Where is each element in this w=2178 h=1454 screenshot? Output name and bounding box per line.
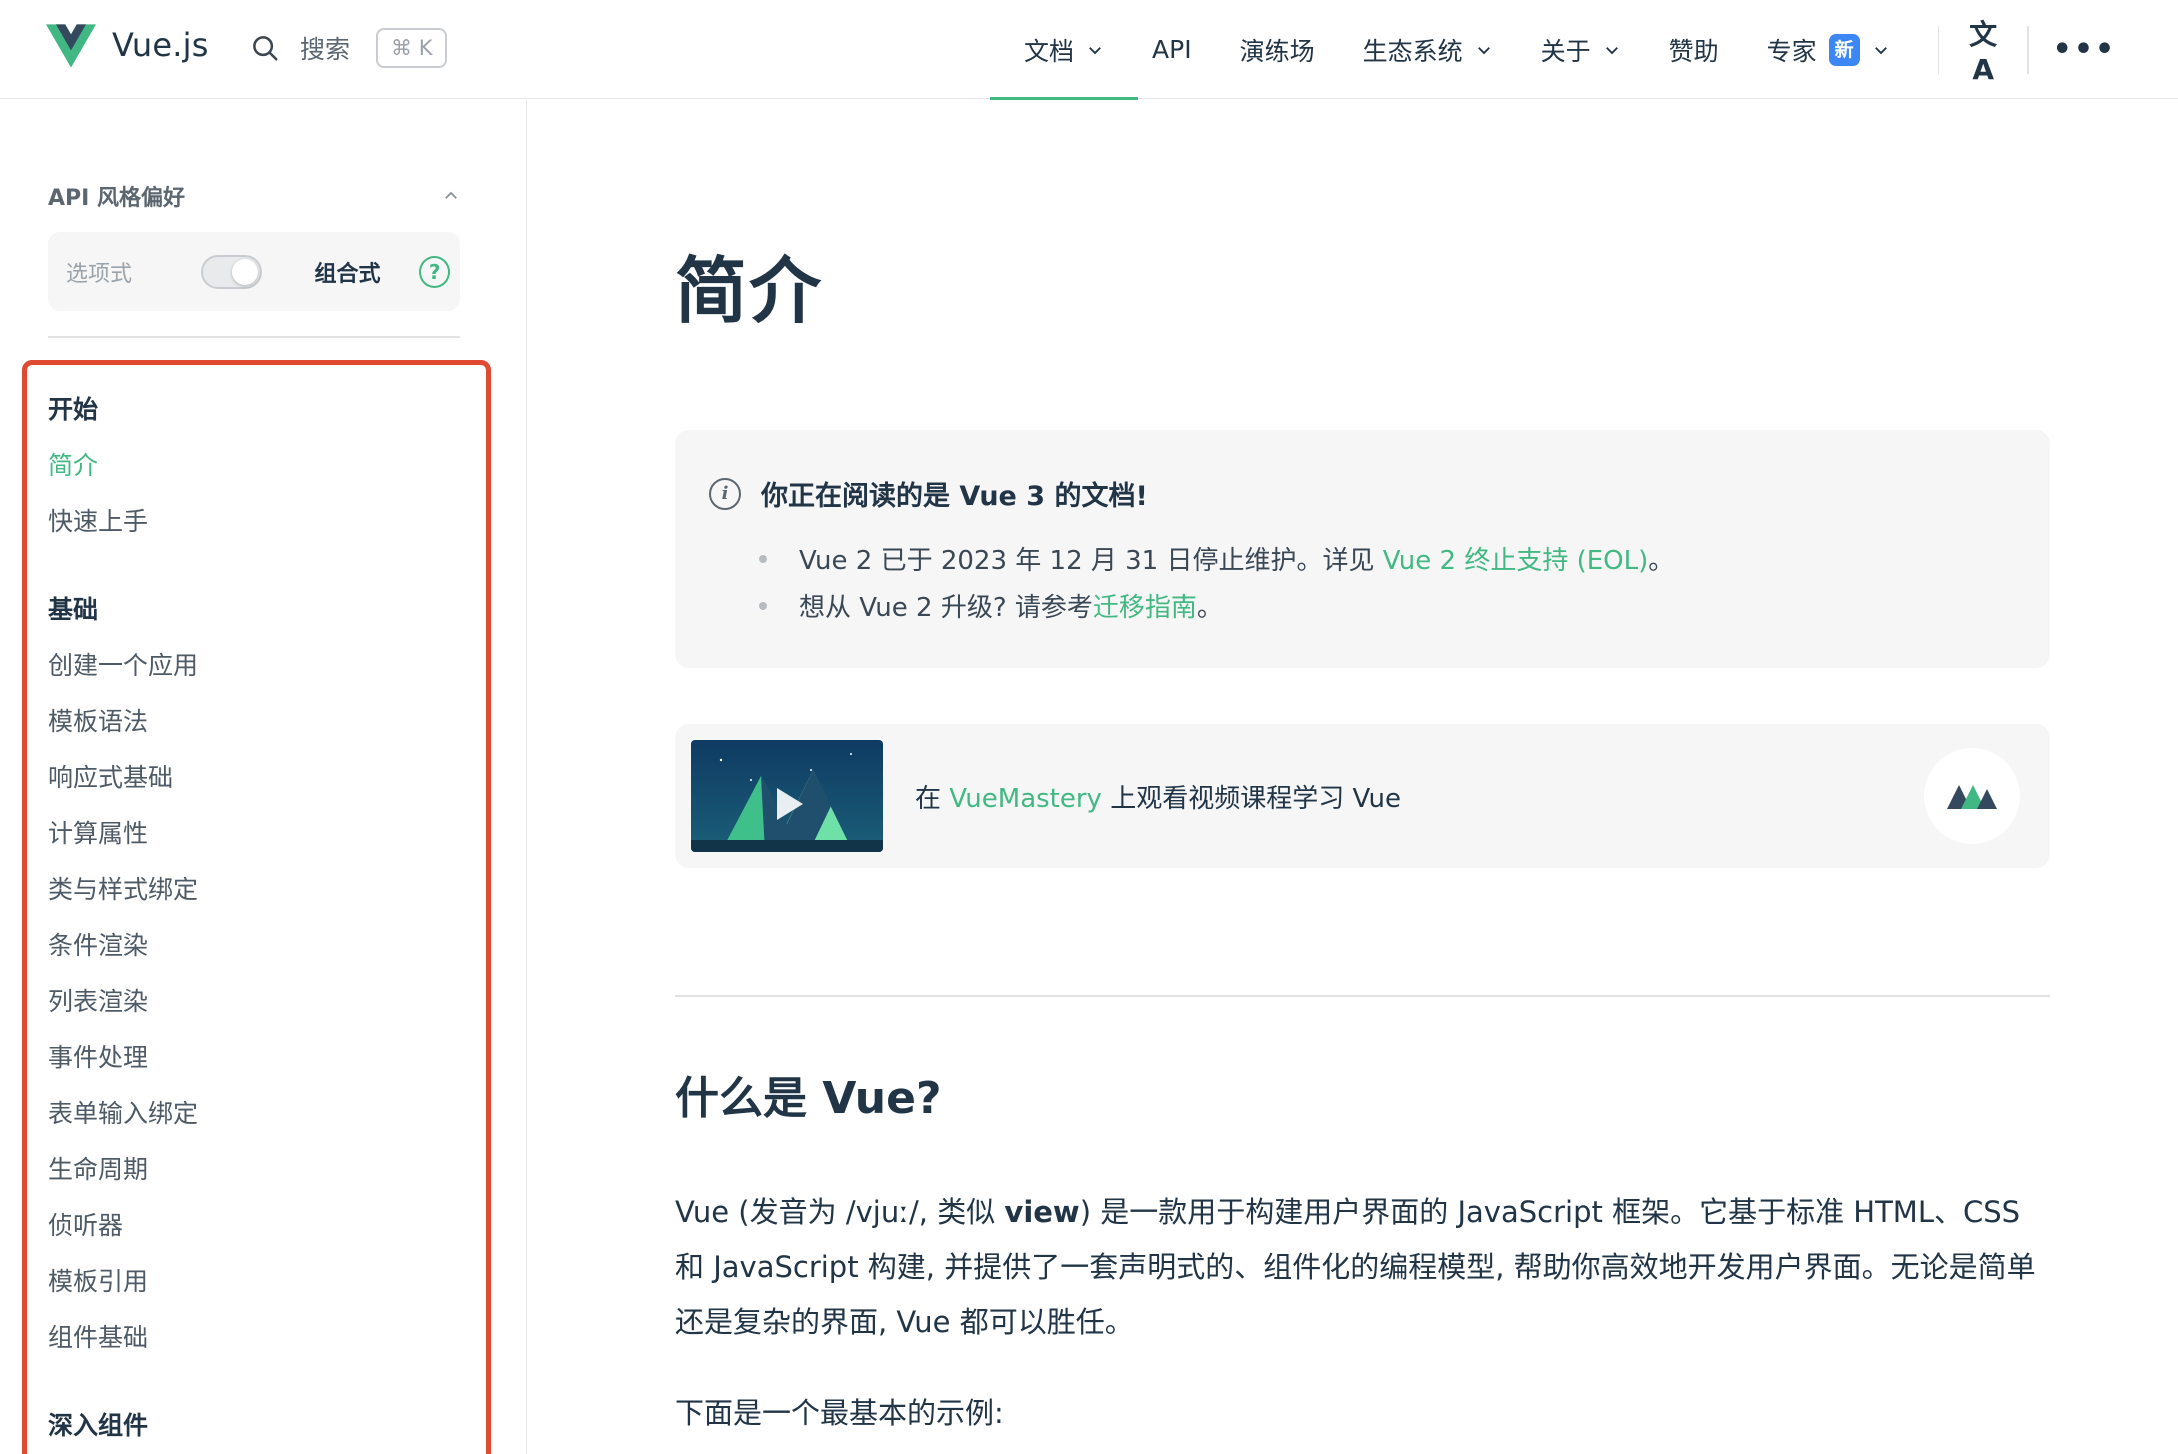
chevron-down-icon xyxy=(1605,46,1618,54)
sidebar-item-list[interactable]: 列表渲染 xyxy=(48,982,148,1018)
vuemastery-link[interactable]: VueMastery xyxy=(949,784,1102,814)
nav-item-ecosystem[interactable]: 生态系统 xyxy=(1339,0,1517,99)
vuemastery-logo-icon xyxy=(1924,748,2020,844)
nav-item-playground[interactable]: 演练场 xyxy=(1216,0,1339,99)
toggle-knob xyxy=(232,258,259,285)
sidebar-item-watchers[interactable]: 侦听器 xyxy=(48,1206,123,1242)
intro-paragraph: Vue (发音为 /vjuː/, 类似 view) 是一款用于构建用户界面的 J… xyxy=(675,1195,2036,1339)
sidebar-item-reactivity[interactable]: 响应式基础 xyxy=(48,758,173,794)
sidebar-section-start: 开始 xyxy=(48,395,99,424)
sidebar-item-computed[interactable]: 计算属性 xyxy=(48,814,148,850)
nav-item-api[interactable]: API xyxy=(1128,0,1216,99)
sidebar-item-quick-start[interactable]: 快速上手 xyxy=(48,502,148,538)
bold-term: view xyxy=(1004,1195,1080,1229)
info-text: 。 xyxy=(1648,546,1675,576)
info-heading: i 你正在阅读的是 Vue 3 的文档! xyxy=(709,474,1148,513)
info-icon: i xyxy=(709,477,741,510)
top-nav: Vue.js 搜索 ⌘ K 文档 API 演练场 生态系统 关于 赞助 专家 新… xyxy=(0,0,2178,100)
search-button[interactable]: 搜索 ⌘ K xyxy=(250,26,448,70)
sidebar-item-events[interactable]: 事件处理 xyxy=(48,1038,148,1074)
nav-item-label: 演练场 xyxy=(1239,36,1315,66)
sidebar: API 风格偏好 选项式 组合式 ? 开始 简介 快速上手 基础 创建一个应用 … xyxy=(0,100,527,1454)
migration-guide-link[interactable]: 迁移指南 xyxy=(1093,587,1197,624)
nav-item-label: API xyxy=(1152,35,1192,64)
divider xyxy=(48,336,460,338)
help-icon[interactable]: ? xyxy=(419,255,450,288)
info-list-item: 想从 Vue 2 升级? 请参考 迁移指南 。 xyxy=(759,587,1223,624)
sidebar-item-component-basics[interactable]: 组件基础 xyxy=(48,1318,148,1354)
api-preference-title: API 风格偏好 xyxy=(48,186,185,211)
sidebar-item-class-style[interactable]: 类与样式绑定 xyxy=(48,870,198,906)
nav-divider xyxy=(2027,25,2029,74)
chevron-up-icon xyxy=(445,191,457,199)
nav-item-label: 关于 xyxy=(1540,36,1591,66)
video-thumbnail[interactable] xyxy=(691,740,883,852)
nav-item-docs[interactable]: 文档 xyxy=(989,0,1139,100)
sidebar-item-template-refs[interactable]: 模板引用 xyxy=(48,1262,148,1298)
nav-menu: 文档 API 演练场 生态系统 关于 赞助 专家 新 文A ••• xyxy=(989,0,2117,100)
api-preference-header[interactable]: API 风格偏好 xyxy=(48,180,460,212)
info-callout: i 你正在阅读的是 Vue 3 的文档! Vue 2 已于 2023 年 12 … xyxy=(675,430,2050,668)
sidebar-item-template-syntax[interactable]: 模板语法 xyxy=(48,702,148,738)
search-label: 搜索 xyxy=(300,35,351,64)
vuemastery-text: 在 VueMastery 上观看视频课程学习 Vue xyxy=(915,784,1401,814)
nav-item-sponsor[interactable]: 赞助 xyxy=(1645,0,1743,99)
more-icon[interactable]: ••• xyxy=(2053,32,2117,67)
info-text: Vue 2 已于 2023 年 12 月 31 日停止维护。详见 xyxy=(799,546,1383,576)
vue2-eol-link[interactable]: Vue 2 终止支持 (EOL) xyxy=(1383,540,1649,577)
options-api-label[interactable]: 选项式 xyxy=(58,256,201,288)
sidebar-item-create-app[interactable]: 创建一个应用 xyxy=(48,646,198,682)
vuemastery-banner[interactable]: 在 VueMastery 上观看视频课程学习 Vue xyxy=(675,724,2050,868)
info-text: 。 xyxy=(1196,593,1223,623)
sidebar-section-components-in-depth: 深入组件 xyxy=(48,1411,149,1440)
nav-divider xyxy=(1937,25,1940,74)
bullet xyxy=(759,554,767,563)
chevron-down-icon xyxy=(1874,46,1887,54)
translate-icon[interactable]: 文A xyxy=(1963,13,2003,86)
sidebar-item-intro[interactable]: 简介 xyxy=(48,446,98,482)
info-text: 想从 Vue 2 升级? 请参考 xyxy=(799,593,1093,623)
chevron-down-icon xyxy=(1089,46,1101,54)
bullet xyxy=(759,601,767,610)
new-badge: 新 xyxy=(1828,33,1860,66)
search-shortcut: ⌘ K xyxy=(376,28,448,68)
nav-item-label: 赞助 xyxy=(1668,36,1719,66)
sidebar-section-essentials: 基础 xyxy=(48,595,99,624)
example-lead-text: 下面是一个最基本的示例: xyxy=(675,1396,1004,1430)
info-list-item: Vue 2 已于 2023 年 12 月 31 日停止维护。详见 Vue 2 终… xyxy=(759,540,1674,577)
page-title: 简介 xyxy=(675,249,824,333)
sidebar-item-forms[interactable]: 表单输入绑定 xyxy=(48,1094,198,1130)
brand-name[interactable]: Vue.js xyxy=(112,26,209,64)
nav-item-label: 生态系统 xyxy=(1362,36,1463,66)
api-preference-switch: 选项式 组合式 ? xyxy=(48,232,460,311)
nav-item-about[interactable]: 关于 xyxy=(1517,0,1645,99)
nav-item-label: 文档 xyxy=(1024,36,1075,66)
divider xyxy=(675,995,2050,997)
nav-item-experts[interactable]: 专家 新 xyxy=(1743,0,1914,99)
api-style-toggle[interactable] xyxy=(201,254,263,289)
info-heading-text: 你正在阅读的是 Vue 3 的文档! xyxy=(761,481,1148,512)
nav-item-label: 专家 xyxy=(1766,36,1817,66)
sidebar-item-conditional[interactable]: 条件渲染 xyxy=(48,926,148,962)
vue-logo-icon[interactable] xyxy=(46,24,96,68)
search-icon xyxy=(253,36,278,61)
section-heading: 什么是 Vue? xyxy=(675,1073,942,1124)
chevron-down-icon xyxy=(1477,46,1490,54)
composition-api-label[interactable]: 组合式 xyxy=(314,256,419,288)
sidebar-item-lifecycle[interactable]: 生命周期 xyxy=(48,1150,148,1186)
